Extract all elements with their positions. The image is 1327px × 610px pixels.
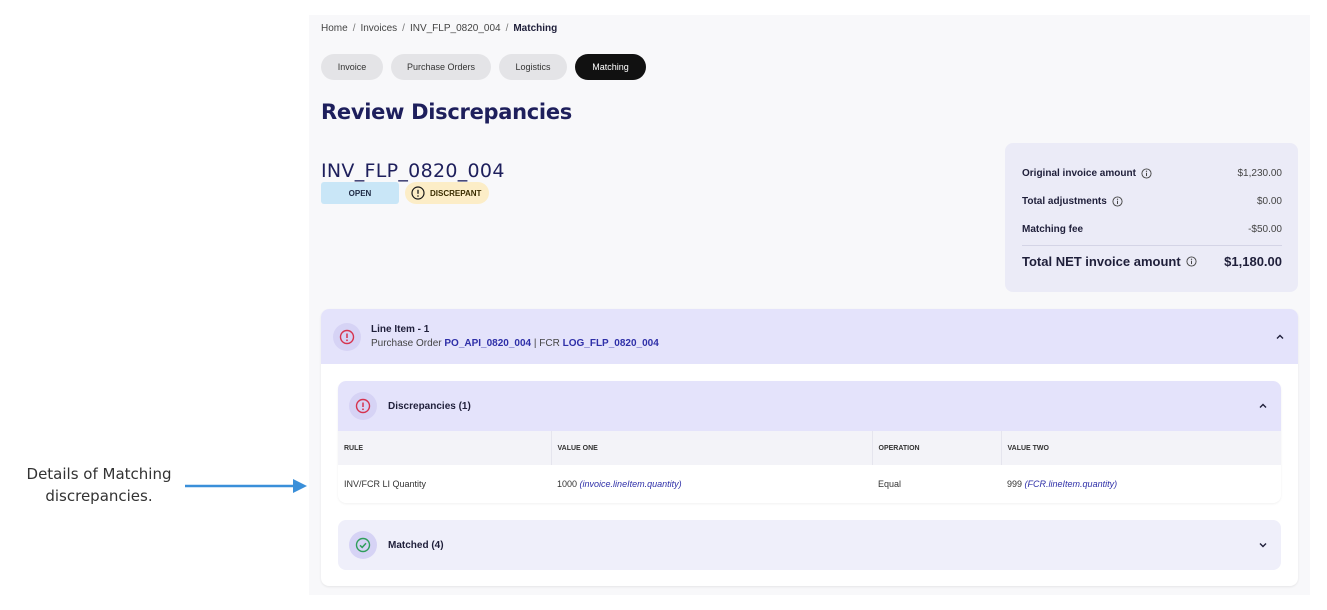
total-net-label: Total NET invoice amount: [1022, 254, 1181, 269]
info-icon[interactable]: [1112, 195, 1123, 207]
fee-label: Matching fee: [1022, 223, 1084, 235]
app-window: Home / Invoices / INV_FLP_0820_004 / Mat…: [309, 15, 1310, 595]
value-one-path: (invoice.lineItem.quantity): [579, 479, 682, 489]
summary-row-adjustments: Total adjustments $0.00: [1022, 187, 1282, 215]
annotation-arrow-icon: [185, 479, 307, 493]
value-two-number: 999: [1007, 479, 1023, 489]
value-two-path: (FCR.lineItem.quantity): [1024, 479, 1118, 489]
fcr-prefix: | FCR: [533, 338, 560, 349]
original-amount-label: Original invoice amount: [1022, 167, 1136, 179]
info-icon[interactable]: [1186, 256, 1197, 267]
value-one-number: 1000: [557, 479, 578, 489]
breadcrumb-separator: /: [505, 23, 509, 34]
annotation-line-2: discrepancies.: [45, 487, 153, 505]
original-amount-value: $1,230.00: [1237, 167, 1283, 179]
check-circle-icon: [355, 537, 371, 553]
tab-purchase-orders[interactable]: Purchase Orders: [391, 54, 491, 80]
adjustments-label: Total adjustments: [1022, 195, 1107, 207]
fcr-link[interactable]: LOG_FLP_0820_004: [563, 338, 659, 349]
chevron-up-icon[interactable]: [1274, 331, 1286, 343]
column-header-value-one: VALUE ONE: [551, 431, 873, 465]
po-link[interactable]: PO_API_0820_004: [444, 338, 531, 349]
column-header-rule: RULE: [338, 431, 552, 465]
invoice-summary-card: Original invoice amount $1,230.00 Total …: [1005, 143, 1298, 292]
info-icon[interactable]: [1141, 167, 1152, 179]
breadcrumb-home[interactable]: Home: [321, 23, 348, 34]
cell-value-one: 1000 (invoice.lineItem.quantity): [551, 465, 872, 503]
tab-logistics[interactable]: Logistics: [499, 54, 567, 80]
fee-value: -$50.00: [1248, 223, 1282, 235]
line-item-subtitle: Purchase Order PO_API_0820_004 | FCR LOG…: [371, 338, 659, 349]
alert-circle-icon: [411, 186, 425, 200]
discrepancies-label: Discrepancies (1): [388, 400, 471, 412]
chevron-up-icon[interactable]: [1257, 400, 1269, 412]
breadcrumb-separator: /: [402, 23, 405, 34]
po-prefix: Purchase Order: [371, 338, 442, 349]
summary-row-original: Original invoice amount $1,230.00: [1022, 159, 1282, 187]
breadcrumb-current: Matching: [513, 23, 558, 34]
line-item-card: Line Item - 1 Purchase Order PO_API_0820…: [321, 309, 1298, 586]
total-net-value: $1,180.00: [1224, 254, 1282, 269]
discrepancies-header[interactable]: Discrepancies (1): [338, 381, 1281, 431]
status-badge-discrepant: DISCREPANT: [405, 182, 490, 204]
summary-row-fee: Matching fee -$50.00: [1022, 215, 1282, 243]
tab-invoice[interactable]: Invoice: [321, 54, 383, 80]
breadcrumb-invoices[interactable]: Invoices: [360, 23, 397, 34]
column-header-value-two: VALUE TWO: [1001, 431, 1281, 465]
cell-value-two: 999 (FCR.lineItem.quantity): [1001, 465, 1281, 503]
matched-panel[interactable]: Matched (4): [338, 520, 1281, 570]
breadcrumb-separator: /: [352, 23, 356, 34]
line-item-header[interactable]: Line Item - 1 Purchase Order PO_API_0820…: [321, 309, 1298, 364]
matched-status: [349, 531, 377, 559]
alert-circle-icon: [355, 398, 371, 414]
column-header-operation: OPERATION: [872, 431, 1002, 465]
table-header-row: RULE VALUE ONE OPERATION VALUE TWO: [338, 431, 1281, 465]
summary-row-total: Total NET invoice amount $1,180.00: [1022, 245, 1282, 277]
summary-label: Original invoice amount: [1022, 168, 1152, 179]
invoice-id: INV_FLP_0820_004: [321, 160, 505, 182]
page-title: Review Discrepancies: [321, 100, 572, 124]
breadcrumb-invoice-id[interactable]: INV_FLP_0820_004: [410, 23, 501, 34]
status-badge-open: OPEN: [321, 182, 399, 204]
summary-label: Total NET invoice amount: [1022, 254, 1197, 269]
annotation-line-1: Details of Matching: [26, 465, 172, 483]
discrepancies-table: RULE VALUE ONE OPERATION VALUE TWO INV/F…: [338, 431, 1281, 503]
chevron-down-icon[interactable]: [1257, 539, 1269, 551]
tab-matching[interactable]: Matching: [575, 54, 646, 80]
discrepancies-status: [349, 392, 377, 420]
discrepant-label: DISCREPANT: [430, 188, 482, 198]
table-row: INV/FCR LI Quantity 1000 (invoice.lineIt…: [338, 465, 1281, 503]
alert-circle-icon: [339, 329, 355, 344]
adjustments-value: $0.00: [1256, 195, 1282, 207]
discrepancies-panel: Discrepancies (1) RULE VALUE ONE OPERATI…: [338, 381, 1281, 503]
cell-operation: Equal: [878, 479, 902, 489]
line-item-text: Line Item - 1 Purchase Order PO_API_0820…: [371, 324, 659, 349]
annotation-text: Details of Matching discrepancies.: [14, 463, 184, 507]
cell-rule: INV/FCR LI Quantity: [344, 479, 427, 489]
line-item-title: Line Item - 1: [371, 324, 430, 335]
breadcrumb: Home / Invoices / INV_FLP_0820_004 / Mat…: [321, 23, 557, 34]
summary-label: Total adjustments: [1022, 196, 1123, 207]
tab-bar: Invoice Purchase Orders Logistics Matchi…: [321, 54, 646, 80]
matched-label: Matched (4): [388, 539, 444, 551]
line-item-status: [333, 322, 361, 351]
